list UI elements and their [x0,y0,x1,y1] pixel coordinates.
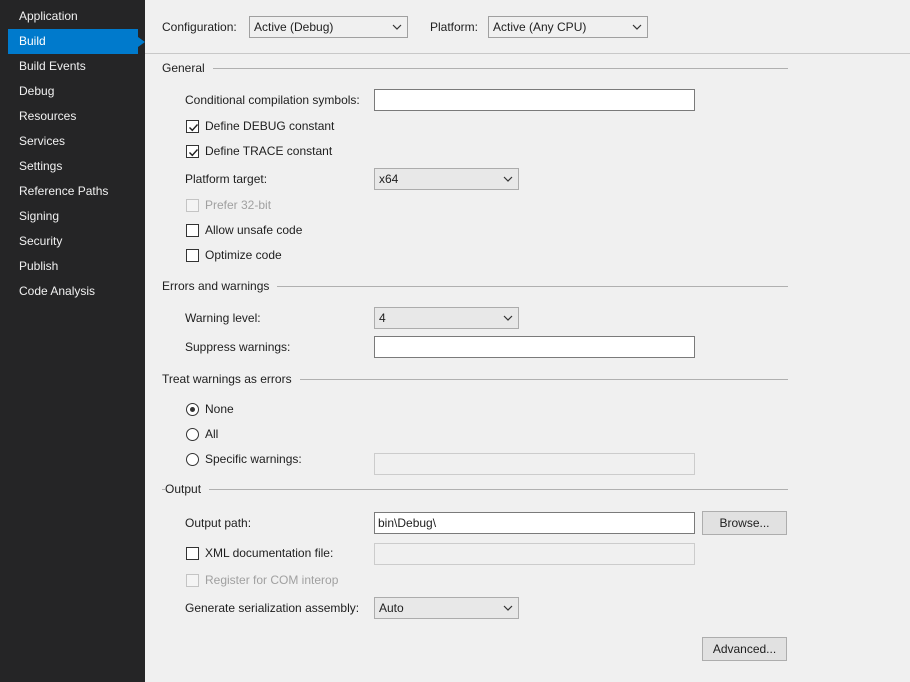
treat-none-label: None [205,402,234,416]
platform-value: Active (Any CPU) [493,20,587,34]
treat-all-label: All [205,427,219,441]
sidebar-item-reference-paths[interactable]: Reference Paths [8,179,138,204]
checkmark-icon [189,149,199,157]
platform-target-label: Platform target: [185,172,268,186]
platform-label: Platform: [430,20,479,34]
browse-button[interactable]: Browse... [702,511,787,535]
output-group-line [162,489,788,490]
debug-constant-label: Define DEBUG constant [205,119,335,133]
sidebar-item-application[interactable]: Application [8,4,138,29]
errors-group-title: Errors and warnings [162,279,278,293]
serialization-select[interactable]: Auto [374,597,519,619]
advanced-button[interactable]: Advanced... [702,637,787,661]
suppress-warnings-input[interactable] [374,336,695,358]
chevron-down-icon [392,24,402,30]
com-interop-label: Register for COM interop [205,573,339,587]
sidebar-item-build-events[interactable]: Build Events [8,54,138,79]
sidebar-nav: Application Build Build Events Debug Res… [0,0,145,682]
chevron-down-icon [503,176,513,182]
sidebar-item-security[interactable]: Security [8,229,138,254]
warning-level-label: Warning level: [185,311,261,325]
sidebar-item-resources[interactable]: Resources [8,104,138,129]
output-path-label: Output path: [185,516,252,530]
platform-select[interactable]: Active (Any CPU) [488,16,648,38]
sidebar-item-settings[interactable]: Settings [8,154,138,179]
header-divider [145,53,910,54]
output-group-title: Output [165,482,210,496]
treat-none-radio[interactable] [186,403,199,416]
configuration-select[interactable]: Active (Debug) [249,16,408,38]
treat-group-title: Treat warnings as errors [162,372,300,386]
prefer-32bit-label: Prefer 32-bit [205,198,272,212]
checkmark-icon [189,124,199,132]
xml-doc-input [374,543,695,565]
serialization-label: Generate serialization assembly: [185,601,360,615]
symbols-label: Conditional compilation symbols: [185,93,360,107]
suppress-warnings-label: Suppress warnings: [185,340,291,354]
treat-specific-radio[interactable] [186,453,199,466]
sidebar-item-signing[interactable]: Signing [8,204,138,229]
chevron-down-icon [503,605,513,611]
sidebar-item-services[interactable]: Services [8,129,138,154]
serialization-value: Auto [379,601,404,615]
specific-warnings-input [374,453,695,475]
debug-constant-checkbox[interactable] [186,120,199,133]
treat-all-radio[interactable] [186,428,199,441]
warning-level-value: 4 [379,311,386,325]
symbols-input[interactable] [374,89,695,111]
sidebar-item-build[interactable]: Build [8,29,145,54]
configuration-value: Active (Debug) [254,20,334,34]
sidebar-item-publish[interactable]: Publish [8,254,138,279]
general-group-line [162,68,788,69]
prefer-32bit-checkbox [186,199,199,212]
unsafe-code-label: Allow unsafe code [205,223,303,237]
warning-level-select[interactable]: 4 [374,307,519,329]
output-path-input[interactable]: bin\Debug\ [374,512,695,534]
treat-specific-label: Specific warnings: [205,452,302,466]
com-interop-checkbox [186,574,199,587]
optimize-code-checkbox[interactable] [186,249,199,262]
chevron-down-icon [503,315,513,321]
optimize-code-label: Optimize code [205,248,282,262]
xml-doc-checkbox[interactable] [186,547,199,560]
trace-constant-checkbox[interactable] [186,145,199,158]
sidebar-item-code-analysis[interactable]: Code Analysis [8,279,138,304]
build-properties-panel: Configuration: Active (Debug) Platform: … [145,0,910,682]
platform-target-select[interactable]: x64 [374,168,519,190]
xml-doc-label: XML documentation file: [205,546,334,560]
trace-constant-label: Define TRACE constant [205,144,333,158]
sidebar-item-debug[interactable]: Debug [8,79,138,104]
general-group-title: General [162,61,213,75]
unsafe-code-checkbox[interactable] [186,224,199,237]
configuration-label: Configuration: [162,20,237,34]
chevron-down-icon [632,24,642,30]
platform-target-value: x64 [379,172,399,186]
